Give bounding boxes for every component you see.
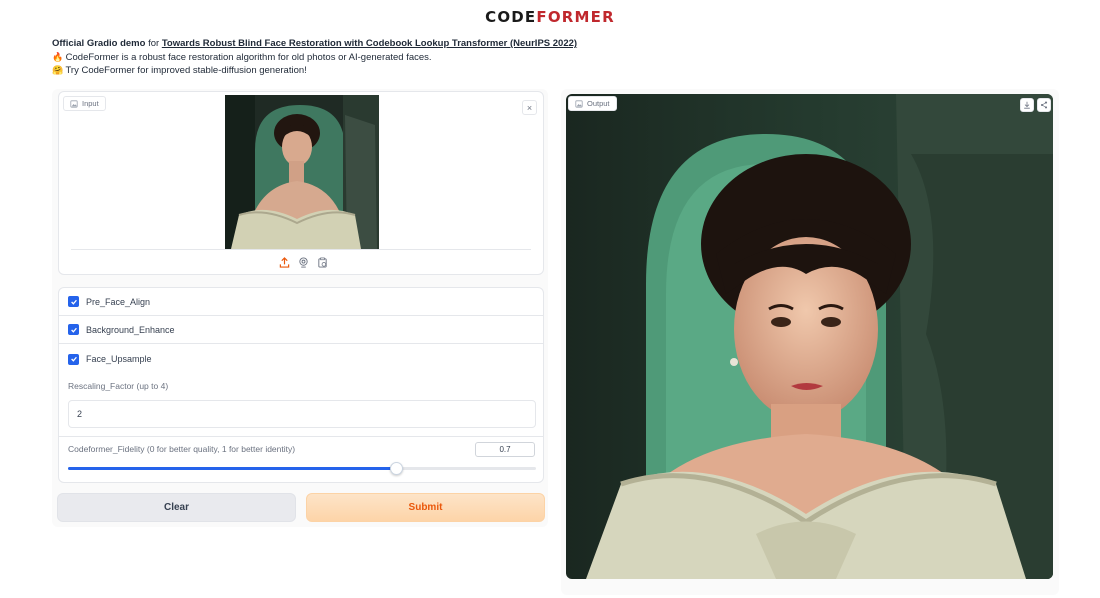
options-divider	[59, 436, 543, 437]
logo: CODEFORMER	[0, 8, 1100, 27]
demo-title: Official Gradio demo	[52, 38, 146, 49]
output-panel: Output	[561, 89, 1059, 595]
paper-link[interactable]: Towards Robust Blind Face Restoration wi…	[162, 38, 577, 49]
logo-code: CODE	[485, 8, 537, 26]
input-image	[225, 95, 379, 249]
input-divider	[71, 249, 531, 250]
fidelity-slider-thumb[interactable]	[389, 462, 403, 475]
webcam-icon[interactable]	[297, 256, 310, 269]
share-icon[interactable]	[1037, 98, 1051, 112]
background-enhance-checkbox[interactable]	[68, 324, 79, 335]
face-upsample-checkbox[interactable]	[68, 353, 79, 365]
close-button[interactable]: ×	[522, 100, 537, 115]
pre-face-align-label: Pre_Face_Align	[86, 296, 151, 307]
pre-face-align-checkbox[interactable]	[68, 296, 79, 307]
fire-icon: 🔥	[52, 51, 64, 62]
fidelity-number-input[interactable]: 0.7	[475, 442, 535, 457]
description: Official Gradio demo for Towards Robust …	[52, 38, 578, 76]
output-image	[566, 94, 1053, 579]
clear-button[interactable]: Clear	[57, 493, 296, 522]
upload-icon[interactable]	[278, 256, 291, 269]
options-panel: Pre_Face_Align Background_Enhance Face_U…	[58, 287, 544, 483]
check-icon	[70, 327, 77, 333]
fidelity-label: Codeformer_Fidelity (0 for better qualit…	[68, 444, 296, 454]
clipboard-icon[interactable]	[316, 256, 329, 269]
source-selector	[278, 256, 329, 269]
submit-button[interactable]: Submit	[306, 493, 545, 522]
face-upsample-row[interactable]: Face_Upsample	[59, 345, 543, 373]
fidelity-slider-fill	[68, 467, 396, 470]
background-enhance-label: Background_Enhance	[86, 324, 175, 335]
image-icon	[70, 99, 78, 108]
description-line-2: CodeFormer is a robust face restoration …	[65, 51, 432, 63]
input-image-panel[interactable]: Input ×	[58, 91, 544, 275]
check-icon	[70, 299, 77, 305]
hugging-face-icon: 🤗	[52, 65, 64, 75]
face-upsample-label: Face_Upsample	[86, 354, 152, 364]
close-icon: ×	[526, 102, 533, 113]
check-icon	[70, 356, 77, 362]
description-line-3: Try CodeFormer for improved stable-diffu…	[65, 65, 307, 76]
pre-face-align-row[interactable]: Pre_Face_Align	[59, 288, 543, 316]
output-actions	[1020, 98, 1051, 112]
output-label: Output	[568, 96, 617, 111]
fidelity-slider[interactable]	[68, 462, 536, 475]
logo-former: FORMER	[536, 8, 615, 26]
download-icon[interactable]	[1020, 98, 1034, 112]
rescaling-factor-input[interactable]: 2	[68, 400, 536, 428]
input-label: Input	[63, 96, 106, 111]
rescaling-factor-label: Rescaling_Factor (up to 4)	[68, 381, 169, 391]
left-column: Input × Pre_Face_Align Background_Enhanc…	[52, 89, 548, 527]
image-icon	[575, 99, 583, 108]
background-enhance-row[interactable]: Background_Enhance	[59, 316, 543, 344]
